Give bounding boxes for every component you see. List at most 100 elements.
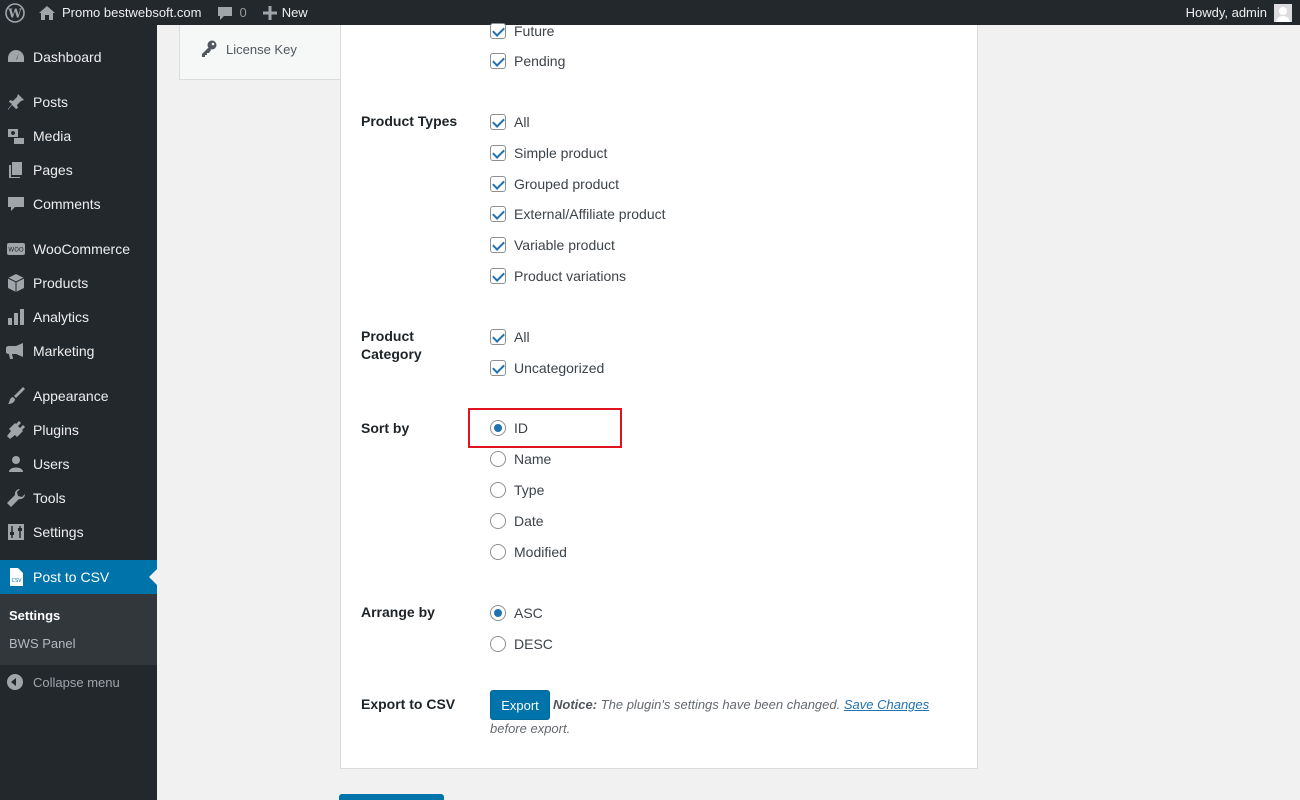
checkbox-type-variations[interactable]: Product variations — [490, 267, 626, 285]
checkbox-type-variable[interactable]: Variable product — [490, 236, 615, 254]
save-changes-button[interactable] — [339, 794, 444, 800]
radio-sort-modified[interactable]: Modified — [490, 543, 567, 561]
radio[interactable] — [490, 636, 506, 652]
wrench-icon — [3, 488, 29, 508]
checkbox[interactable] — [490, 145, 506, 161]
wordpress-logo-icon[interactable]: W — [0, 0, 30, 25]
plug-icon — [3, 420, 29, 440]
account-menu[interactable]: Howdy, admin — [1186, 0, 1292, 25]
sidebar-item-products[interactable]: Products — [0, 266, 157, 300]
checkbox[interactable] — [490, 176, 506, 192]
tab-label: License Key — [226, 41, 297, 57]
checkbox-type-external[interactable]: External/Affiliate product — [490, 205, 666, 223]
svg-text:W: W — [7, 6, 22, 20]
checkbox-category-uncategorized[interactable]: Uncategorized — [490, 359, 604, 377]
radio-sort-date[interactable]: Date — [490, 512, 544, 530]
option-label: Simple product — [514, 145, 608, 161]
sidebar-item-label: Plugins — [33, 422, 79, 438]
media-icon — [3, 126, 29, 146]
sidebar-item-comments[interactable]: Comments — [0, 187, 157, 221]
submenu-settings[interactable]: Settings — [9, 608, 60, 623]
radio[interactable] — [490, 420, 506, 436]
radio[interactable] — [490, 513, 506, 529]
sidebar-item-appearance[interactable]: Appearance — [0, 379, 157, 413]
sidebar-item-media[interactable]: Media — [0, 119, 157, 153]
checkbox-status-pending[interactable]: Pending — [490, 52, 565, 70]
checkbox[interactable] — [490, 114, 506, 130]
checkbox-type-simple[interactable]: Simple product — [490, 144, 607, 162]
option-label: Date — [514, 513, 544, 529]
megaphone-icon — [3, 341, 29, 361]
radio[interactable] — [490, 482, 506, 498]
option-label: Modified — [514, 544, 567, 560]
sidebar-item-label: Appearance — [33, 388, 109, 404]
comment-icon — [218, 6, 233, 20]
checkbox-type-all[interactable]: All — [490, 113, 530, 131]
sidebar-item-settings[interactable]: Settings — [0, 515, 157, 549]
pin-icon — [3, 92, 29, 112]
sidebar-item-label: Posts — [33, 94, 69, 110]
sidebar-item-label: Analytics — [33, 309, 90, 325]
sidebar-item-pages[interactable]: Pages — [0, 153, 157, 187]
howdy-text: Howdy, admin — [1185, 5, 1267, 20]
sidebar-item-users[interactable]: Users — [0, 447, 157, 481]
product-category-label: Product Category — [361, 328, 422, 362]
sidebar-item-dashboard[interactable]: Dashboard — [0, 40, 157, 74]
sidebar-item-posts[interactable]: Posts — [0, 85, 157, 119]
sidebar-item-label: Products — [33, 275, 89, 291]
comments-link[interactable]: 0 — [209, 0, 254, 25]
sidebar-item-label: Dashboard — [33, 49, 102, 65]
checkbox[interactable] — [490, 53, 506, 69]
option-label: Uncategorized — [514, 360, 605, 376]
option-label: Variable product — [514, 237, 615, 253]
avatar — [1274, 3, 1292, 22]
submenu-bws-panel[interactable]: BWS Panel — [9, 636, 75, 651]
option-label: DESC — [514, 636, 553, 652]
sliders-icon — [3, 522, 29, 542]
checkbox[interactable] — [490, 268, 506, 284]
checkbox[interactable] — [490, 23, 506, 39]
admin-bar: W Promo bestwebsoft.com 0 New Howdy, adm… — [0, 0, 1300, 25]
checkbox[interactable] — [490, 206, 506, 222]
collapse-menu-button[interactable]: Collapse menu — [0, 670, 157, 694]
sidebar-item-post-to-csv[interactable]: CSV Post to CSV — [0, 560, 157, 594]
option-label: External/Affiliate product — [514, 206, 666, 222]
checkbox[interactable] — [490, 360, 506, 376]
radio-sort-name[interactable]: Name — [490, 450, 551, 468]
sidebar-item-analytics[interactable]: Analytics — [0, 300, 157, 334]
site-name: Promo bestwebsoft.com — [62, 5, 202, 20]
radio-arrange-asc[interactable]: ASC — [490, 604, 543, 622]
checkbox[interactable] — [490, 329, 506, 345]
sidebar-item-label: Pages — [33, 162, 73, 178]
checkbox-type-grouped[interactable]: Grouped product — [490, 175, 619, 193]
new-content-link[interactable]: New — [255, 0, 316, 25]
radio[interactable] — [490, 451, 506, 467]
sidebar-item-tools[interactable]: Tools — [0, 481, 157, 515]
home-icon — [39, 5, 55, 20]
svg-text:WOO: WOO — [8, 247, 24, 254]
pages-icon — [3, 160, 29, 180]
radio-sort-type[interactable]: Type — [490, 481, 544, 499]
box-icon — [3, 273, 29, 293]
option-label: ASC — [514, 605, 543, 621]
checkbox[interactable] — [490, 237, 506, 253]
checkbox-status-future[interactable]: Future — [490, 22, 554, 40]
radio[interactable] — [490, 605, 506, 621]
key-icon — [202, 40, 217, 57]
radio[interactable] — [490, 544, 506, 560]
radio-sort-id[interactable]: ID — [490, 419, 528, 437]
option-label: Grouped product — [514, 176, 620, 192]
export-button[interactable]: Export — [490, 690, 550, 720]
tab-license-key[interactable]: License Key — [200, 40, 297, 58]
radio-arrange-desc[interactable]: DESC — [490, 635, 553, 653]
sidebar-item-marketing[interactable]: Marketing — [0, 334, 157, 368]
dashboard-icon — [3, 47, 29, 67]
collapse-label: Collapse menu — [33, 674, 120, 690]
sidebar-item-label: Post to CSV — [33, 569, 110, 585]
sidebar-item-woocommerce[interactable]: WOO WooCommerce — [0, 232, 157, 266]
sidebar-item-label: Marketing — [33, 343, 95, 359]
sidebar-item-plugins[interactable]: Plugins — [0, 413, 157, 447]
site-name-link[interactable]: Promo bestwebsoft.com — [30, 0, 209, 25]
checkbox-category-all[interactable]: All — [490, 328, 530, 346]
save-changes-link[interactable]: Save Changes — [844, 697, 929, 712]
